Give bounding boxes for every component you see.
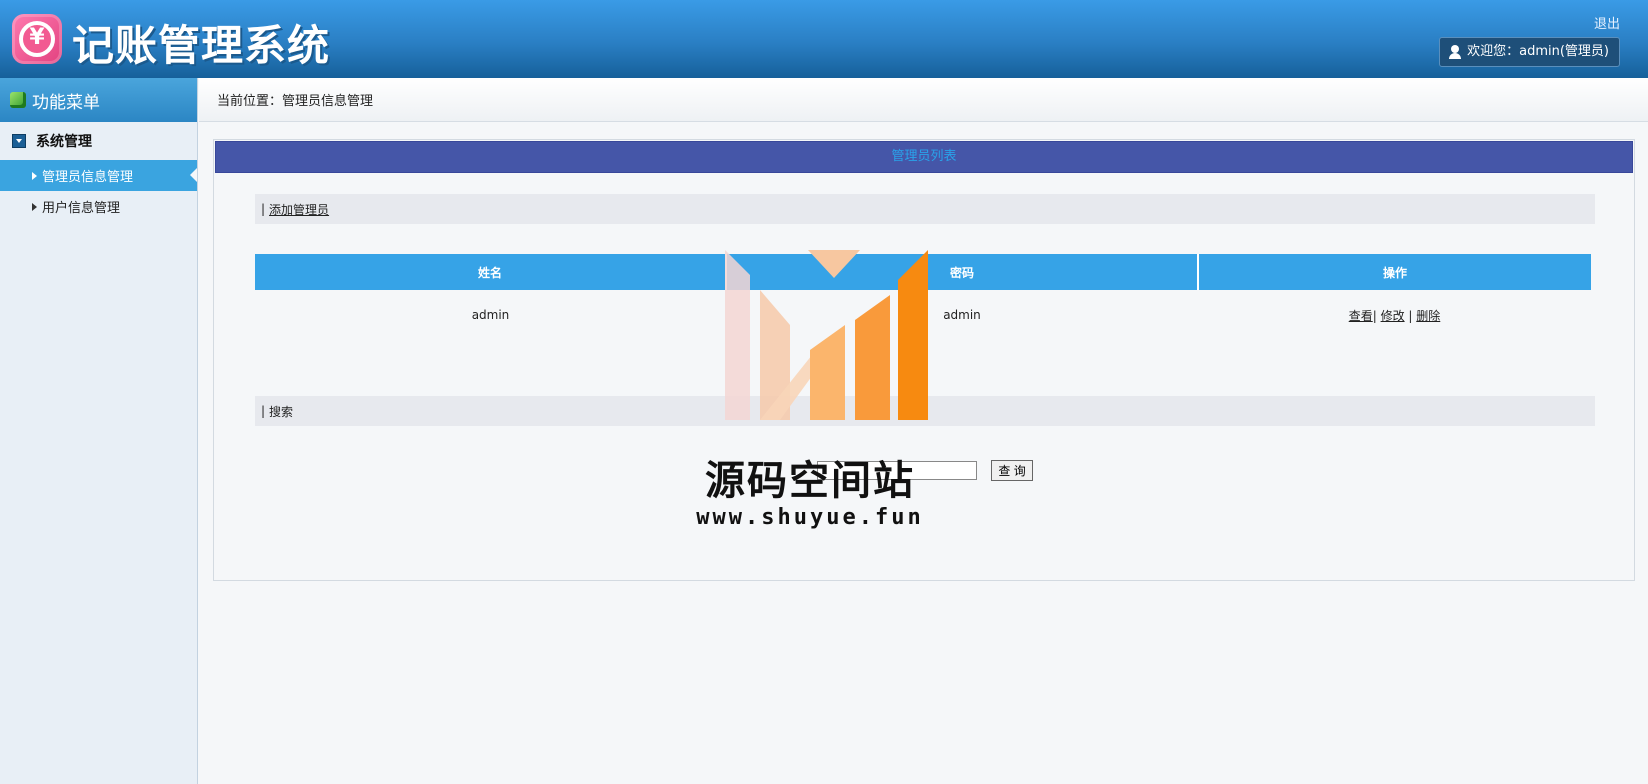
search-input[interactable] bbox=[817, 461, 978, 480]
menu-group-label: 系统管理 bbox=[36, 134, 92, 150]
breadcrumb-text: 当前位置：管理员信息管理 bbox=[217, 94, 374, 109]
user-icon bbox=[1448, 45, 1462, 59]
search-section-label: 搜索 bbox=[269, 404, 294, 419]
section-divider: | bbox=[261, 202, 266, 216]
edit-link[interactable]: 修改 bbox=[1381, 309, 1405, 323]
column-header-actions: 操作 bbox=[1198, 254, 1591, 290]
collapse-icon bbox=[12, 134, 26, 148]
search-row: 查 询 bbox=[214, 460, 1636, 481]
add-admin-link[interactable]: 添加管理员 bbox=[269, 201, 329, 218]
arrow-right-icon bbox=[32, 202, 37, 211]
delete-link[interactable]: 删除 bbox=[1416, 309, 1440, 323]
sidebar-item-label: 管理员信息管理 bbox=[42, 170, 134, 185]
admin-list-panel: 管理员列表 | 添加管理员 姓名 密码 操作 admin admin 查看| 修… bbox=[213, 139, 1635, 581]
cube-icon bbox=[10, 92, 26, 108]
sidebar-title: 功能菜单 bbox=[32, 92, 100, 113]
view-link[interactable]: 查看 bbox=[1349, 309, 1373, 323]
add-section-bar: | 添加管理员 bbox=[255, 194, 1595, 224]
table-row: admin admin 查看| 修改 | 删除 bbox=[255, 290, 1591, 340]
app-title: 记账管理系统 bbox=[72, 21, 331, 70]
column-header-name: 姓名 bbox=[255, 254, 727, 290]
app-header: ¥ 记账管理系统 退出 欢迎您：admin(管理员) bbox=[0, 0, 1648, 78]
column-header-password: 密码 bbox=[726, 254, 1199, 290]
table-header-row: 姓名 密码 操作 bbox=[255, 254, 1591, 290]
search-button[interactable]: 查 询 bbox=[991, 460, 1033, 481]
menu-group-system[interactable]: 系统管理 bbox=[0, 122, 197, 160]
cell-password: admin bbox=[943, 308, 981, 322]
panel-title: 管理员列表 bbox=[215, 141, 1633, 173]
sidebar-item-user-info[interactable]: 用户信息管理 bbox=[0, 191, 197, 222]
sidebar-item-label: 用户信息管理 bbox=[42, 201, 121, 216]
admin-table: 姓名 密码 操作 admin admin 查看| 修改 | 删除 bbox=[255, 254, 1591, 340]
sidebar: 功能菜单 系统管理 管理员信息管理 用户信息管理 bbox=[0, 78, 198, 784]
section-divider: | bbox=[261, 404, 266, 418]
sidebar-item-admin-info[interactable]: 管理员信息管理 bbox=[0, 160, 197, 191]
welcome-text: 欢迎您：admin(管理员) bbox=[1467, 44, 1609, 59]
breadcrumb: 当前位置：管理员信息管理 bbox=[199, 78, 1648, 122]
app-logo-icon: ¥ bbox=[12, 14, 62, 64]
search-section-bar: | 搜索 bbox=[255, 396, 1595, 426]
cell-actions: 查看| 修改 | 删除 bbox=[1348, 308, 1441, 323]
cell-name: admin bbox=[471, 308, 510, 322]
logout-link[interactable]: 退出 bbox=[1594, 13, 1620, 32]
welcome-badge: 欢迎您：admin(管理员) bbox=[1439, 37, 1620, 67]
sidebar-header: 功能菜单 bbox=[0, 78, 197, 122]
arrow-right-icon bbox=[32, 171, 37, 180]
